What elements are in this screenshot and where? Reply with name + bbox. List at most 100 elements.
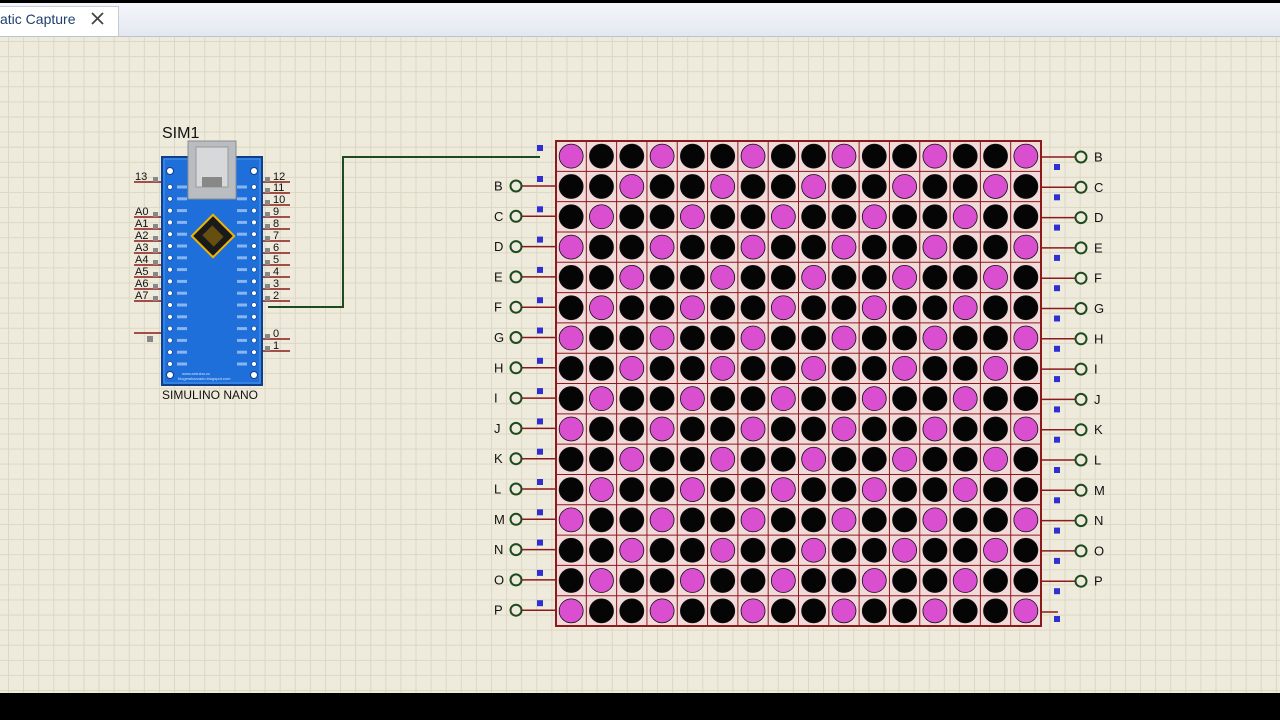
led-off	[861, 234, 887, 260]
led-off	[649, 265, 675, 290]
led-off	[952, 174, 978, 199]
terminal-icon[interactable]	[1074, 392, 1088, 406]
led-off	[952, 355, 978, 381]
led-on	[740, 507, 766, 533]
led-off	[589, 355, 614, 381]
led-off	[740, 386, 766, 412]
led-on	[952, 204, 978, 230]
terminal-icon[interactable]	[1074, 362, 1088, 376]
arduino-pin-label-left: A6	[135, 278, 148, 290]
led-off	[558, 386, 584, 412]
terminal-icon[interactable]	[509, 512, 523, 526]
terminal-icon[interactable]	[1074, 180, 1088, 194]
led-off	[619, 386, 645, 412]
led-on	[589, 477, 614, 502]
led-off	[1013, 204, 1039, 230]
led-on	[892, 446, 917, 472]
terminal-icon[interactable]	[1074, 211, 1088, 225]
terminal-icon[interactable]	[1074, 241, 1088, 255]
terminal-icon[interactable]	[509, 209, 523, 223]
schematic-canvas[interactable]: SIM1 13 A0 A1 A2 A3 A4 A5 A6 A7 12 11 10 9 8 7 6 5 4 3 2 0 1…	[0, 37, 1280, 693]
led-off	[710, 416, 736, 442]
led-on	[680, 568, 705, 593]
led-on	[983, 446, 1008, 472]
led-off	[740, 355, 766, 381]
terminal-icon[interactable]	[509, 361, 523, 375]
terminal-label-right: O	[1094, 543, 1104, 558]
close-icon[interactable]	[88, 8, 108, 30]
led-off	[558, 537, 584, 563]
terminal-icon[interactable]	[1074, 483, 1088, 497]
schematic-drawing: SIM1 13A0A1A2A3A4A5A6A7 1211109876543201…	[134, 125, 1105, 627]
simulino-nano-component[interactable]: SIM1 13A0A1A2A3A4A5A6A7 1211109876543201…	[134, 125, 290, 402]
led-off	[983, 568, 1008, 593]
terminal-icon[interactable]	[1074, 332, 1088, 346]
terminal-icon[interactable]	[509, 603, 523, 617]
led-off	[740, 568, 766, 593]
terminal-icon[interactable]	[509, 391, 523, 405]
arduino-pin-label-right: 1	[273, 340, 279, 352]
led-on	[770, 204, 796, 230]
led-off	[680, 265, 705, 290]
tab-schematic-capture[interactable]: atic Capture	[0, 6, 119, 36]
terminal-icon[interactable]	[1074, 544, 1088, 558]
led-on	[710, 355, 736, 381]
led-on	[892, 174, 917, 199]
terminal-icon[interactable]	[509, 573, 523, 587]
led-off	[1013, 386, 1039, 412]
terminal-label-right: L	[1094, 453, 1101, 468]
terminal-icon[interactable]	[1074, 271, 1088, 285]
led-on	[649, 507, 675, 533]
led-on	[831, 416, 857, 442]
led-off	[710, 204, 736, 230]
terminal-icon[interactable]	[1074, 302, 1088, 315]
terminal-icon[interactable]	[1074, 574, 1088, 588]
terminal-icon[interactable]	[1074, 514, 1088, 528]
led-off	[619, 143, 645, 169]
terminal-icon[interactable]	[1074, 150, 1088, 164]
arduino-pin-label-left: A7	[135, 290, 148, 302]
led-off	[801, 568, 827, 593]
terminal-icon[interactable]	[509, 331, 523, 344]
led-off	[710, 234, 736, 260]
led-off	[952, 446, 978, 472]
led-off	[952, 537, 978, 563]
terminal-icon[interactable]	[509, 543, 523, 557]
led-off	[558, 355, 584, 381]
matrix-left-pins: BCDE FGH IJK LMNO P	[494, 145, 556, 618]
led-off	[740, 265, 766, 290]
led-off	[892, 507, 917, 533]
terminal-icon[interactable]	[509, 240, 523, 254]
terminal-icon[interactable]	[509, 179, 523, 193]
led-on	[1013, 143, 1039, 169]
led-off	[589, 537, 614, 563]
led-off	[770, 265, 796, 290]
terminal-icon[interactable]	[509, 300, 523, 314]
terminal-icon[interactable]	[1074, 423, 1088, 437]
led-off	[770, 537, 796, 563]
led-on	[831, 143, 857, 169]
led-on	[1013, 598, 1039, 624]
led-off	[831, 477, 857, 502]
arduino-pin-label-right: 0	[273, 328, 279, 340]
terminal-icon[interactable]	[509, 421, 523, 435]
terminal-label-right: K	[1094, 422, 1103, 437]
bottom-border	[0, 693, 1280, 720]
led-matrix-component[interactable]: BCDEFGHIJKLMNOP BCDEFGHIJKLMNOP	[494, 140, 1105, 627]
terminal-icon[interactable]	[509, 482, 523, 496]
terminal-icon[interactable]	[509, 270, 523, 284]
led-off	[831, 355, 857, 381]
led-off	[710, 598, 736, 624]
led-on	[952, 568, 978, 593]
led-off	[831, 265, 857, 290]
led-off	[770, 446, 796, 472]
led-off	[619, 568, 645, 593]
led-on	[710, 265, 736, 290]
terminal-label-left: M	[494, 512, 505, 527]
led-off	[801, 416, 827, 442]
terminal-label-right: P	[1094, 574, 1103, 589]
terminal-icon[interactable]	[509, 452, 523, 466]
terminal-icon[interactable]	[1074, 453, 1088, 467]
led-off	[801, 325, 827, 351]
led-off	[861, 537, 887, 563]
